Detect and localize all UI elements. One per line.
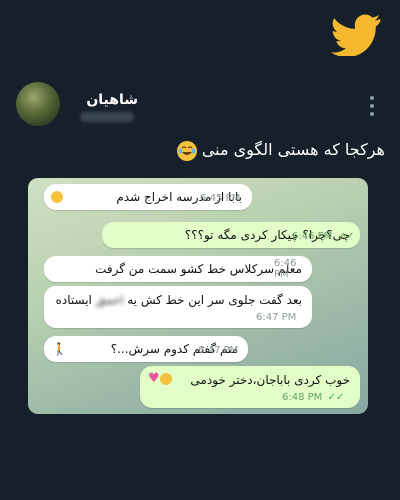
author-name[interactable]: شاهیان <box>78 92 138 108</box>
message-text: خوب کردی باباجان،دختر خودمی <box>190 373 350 387</box>
message-bubble: بابا از مدرسه اخراج شدم 6:45 PM <box>44 184 252 210</box>
person-walking-icon: 🚶 <box>52 342 67 356</box>
message-time: 6:46 PM <box>292 231 333 242</box>
message-text: معلم سرکلاس خط کشو سمت من گرفت <box>95 262 302 276</box>
message-bubble: خوب کردی باباجان،دختر خودمی ♥ 6:48 PM ✓✓ <box>140 366 360 408</box>
read-receipt-icon: ✓✓ <box>327 392 345 403</box>
unamused-face-icon <box>51 191 63 203</box>
message-time: 6:45 PM <box>200 193 241 204</box>
chat-screenshot: بابا از مدرسه اخراج شدم 6:45 PM چی؟چرا؟ … <box>28 178 368 414</box>
tweet-header: شاهیان <box>0 82 400 132</box>
read-receipt-icon: ✓✓ <box>337 231 355 242</box>
kissing-heart-icon: ♥ <box>148 371 174 386</box>
message-bubble: معلم سرکلاس خط کشو سمت من گرفت 6:46 PM <box>44 256 312 282</box>
message-text-part: ایستاده <box>55 293 92 307</box>
avatar[interactable] <box>16 82 60 126</box>
more-vertical-icon[interactable] <box>366 96 378 118</box>
blurred-word: احمق <box>95 293 124 307</box>
twitter-bird-icon <box>330 14 381 56</box>
message-bubble: چی؟چرا؟ چیکار کردی مگه تو؟؟؟ 6:46 PM ✓✓ <box>102 222 360 248</box>
tweet-text: هرکجا که هستی الگوی منی <box>150 140 385 161</box>
message-time: 6:47 PM <box>256 312 297 323</box>
message-bubble: منم گفتم کدوم سرش...؟ 🚶 6:47 PM <box>44 336 248 362</box>
face-with-tears-of-joy-icon <box>176 140 197 161</box>
message-time: 6:47 PM <box>198 345 239 356</box>
message-text-part: بعد گفت جلوی سر این خط کش یه <box>127 293 302 307</box>
author-handle-blurred <box>80 112 134 122</box>
tweet-text-content: هرکجا که هستی الگوی منی <box>201 140 385 159</box>
message-time: 6:46 PM <box>274 258 297 280</box>
message-bubble: بعد گفت جلوی سر این خط کش یه احمق ایستاد… <box>44 286 312 328</box>
message-time: 6:48 PM <box>282 392 323 403</box>
